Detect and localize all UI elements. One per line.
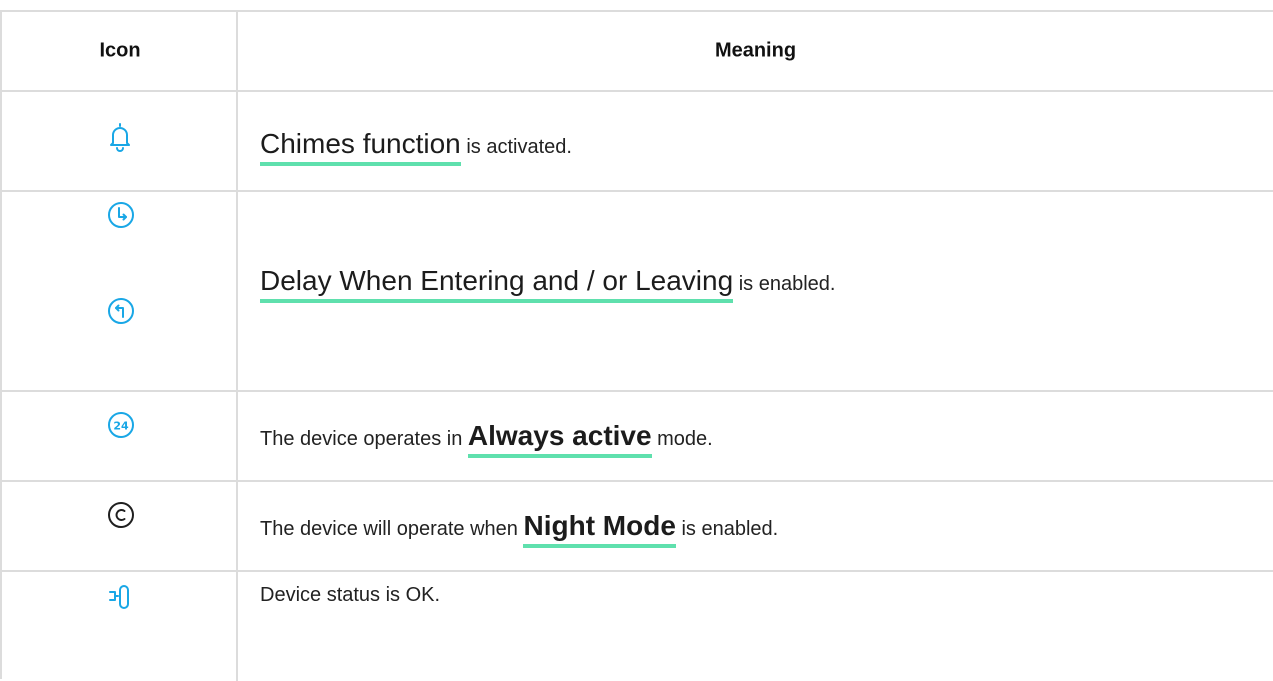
meaning-line: Delay When Entering and / or Leaving is …: [260, 267, 835, 303]
table-row: Device status is OK.: [2, 572, 1273, 681]
meaning-prefix: The device will operate when: [260, 518, 524, 540]
header-meaning-cell: Meaning: [238, 12, 1273, 90]
chimes-function-link[interactable]: Chimes function: [260, 130, 461, 166]
device-status-ok-icon: [109, 585, 129, 609]
night-mode-link[interactable]: Night Mode: [523, 512, 676, 548]
always-active-link[interactable]: Always active: [467, 422, 652, 458]
bell-icon: [110, 123, 130, 152]
meaning-prefix: The device operates in: [260, 428, 468, 450]
header-icon-cell: Icon: [2, 12, 238, 90]
meaning-cell: Delay When Entering and / or Leaving is …: [238, 192, 1273, 390]
meaning-suffix: is enabled.: [675, 518, 779, 540]
clock-delay-leaving-icon: [108, 298, 134, 324]
meaning-line: Device status is OK.: [260, 584, 440, 607]
always-active-24-icon: 24: [108, 412, 134, 438]
meaning-text: Device status is OK.: [260, 584, 441, 606]
icon-cell: [2, 92, 238, 190]
meaning-suffix: is activated.: [460, 136, 572, 158]
meaning-cell: Chimes function is activated.: [238, 92, 1273, 190]
table-row: 24 The device operates in Always active …: [2, 392, 1273, 482]
meaning-line: The device operates in Always active mod…: [260, 422, 713, 458]
meaning-cell: The device will operate when Night Mode …: [238, 482, 1273, 570]
meaning-cell: The device operates in Always active mod…: [238, 392, 1273, 480]
meaning-suffix: is enabled.: [733, 273, 836, 295]
table-row: Chimes function is activated.: [2, 92, 1273, 192]
meaning-line: The device will operate when Night Mode …: [260, 512, 778, 548]
always-active-24-text: 24: [113, 420, 129, 433]
header-icon-label: Icon: [99, 39, 141, 62]
clock-delay-entering-icon: [108, 202, 134, 228]
meaning-cell: Device status is OK.: [238, 572, 1273, 681]
table-row: The device will operate when Night Mode …: [2, 482, 1273, 572]
icon-cell: 24: [2, 392, 238, 480]
icon-cell: [2, 192, 238, 390]
icons-meaning-table: Icon Meaning Chimes function is activate…: [0, 10, 1273, 681]
table-row: Delay When Entering and / or Leaving is …: [2, 192, 1273, 392]
delay-entering-leaving-link[interactable]: Delay When Entering and / or Leaving: [260, 267, 734, 303]
meaning-suffix: mode.: [651, 428, 713, 450]
header-meaning-label: Meaning: [714, 39, 797, 62]
meaning-line: Chimes function is activated.: [260, 130, 572, 166]
icon-cell: [2, 482, 238, 570]
table-header-row: Icon Meaning: [2, 12, 1273, 92]
icon-cell: [2, 572, 238, 681]
night-mode-icon: [108, 502, 134, 528]
